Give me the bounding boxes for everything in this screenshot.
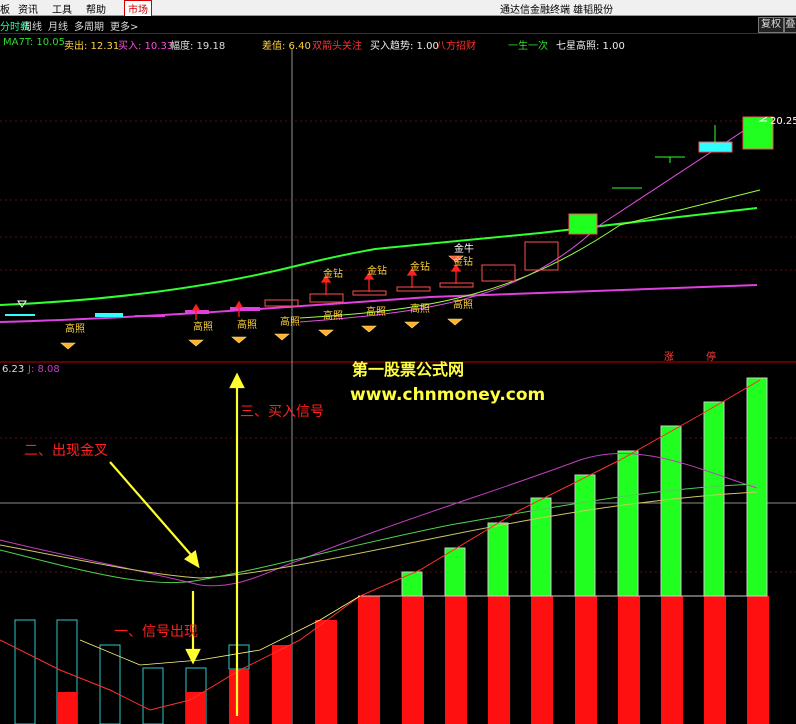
mark-gaozhao-5: 高照 bbox=[323, 311, 343, 322]
watermark-cn: 第一股票公式网 bbox=[352, 360, 465, 379]
mark-gaozhao-4: 高照 bbox=[280, 317, 300, 328]
annotation-golden-cross: 二、出现金叉 bbox=[24, 443, 108, 459]
kdj-k-line bbox=[0, 483, 758, 584]
annotation-signal: 一、信号出现 bbox=[114, 624, 198, 640]
lower-pane-j: J: 8.08 bbox=[28, 364, 60, 375]
mark-gaozhao-1: 高照 bbox=[65, 324, 85, 335]
annot-arrow-2 bbox=[109, 461, 193, 557]
ma-green-thick bbox=[0, 207, 758, 306]
mark-jinzuan-2: 金钻 bbox=[367, 266, 387, 277]
candles bbox=[5, 116, 774, 317]
annotation-buy-signal: 三、买入信号 bbox=[240, 404, 324, 420]
mark-gaozhao-6: 高照 bbox=[366, 307, 386, 318]
mark-jinzuan-1: 金钻 bbox=[323, 269, 343, 280]
mark-jinzuan-3: 金钻 bbox=[410, 262, 430, 273]
mark-ting: 停 bbox=[706, 352, 716, 363]
mark-jinniu: 金牛 bbox=[454, 244, 474, 255]
mark-gaozhao-8: 高照 bbox=[453, 300, 473, 311]
mark-zhang: 涨 bbox=[664, 352, 674, 363]
lower-pane-value: 6.23 bbox=[2, 364, 25, 375]
ma-lightgreen-thin bbox=[299, 189, 761, 319]
mark-gaozhao-2: 高照 bbox=[193, 322, 213, 333]
histogram-bars bbox=[14, 377, 769, 724]
price-high-label: 20.25 bbox=[770, 116, 796, 127]
mark-gaozhao-3: 高照 bbox=[237, 320, 257, 331]
mark-gaozhao-7: 高照 bbox=[410, 304, 430, 315]
mark-jinzuan-4: 金钻 bbox=[453, 257, 473, 268]
watermark-url: www.chnmoney.com bbox=[350, 385, 546, 405]
